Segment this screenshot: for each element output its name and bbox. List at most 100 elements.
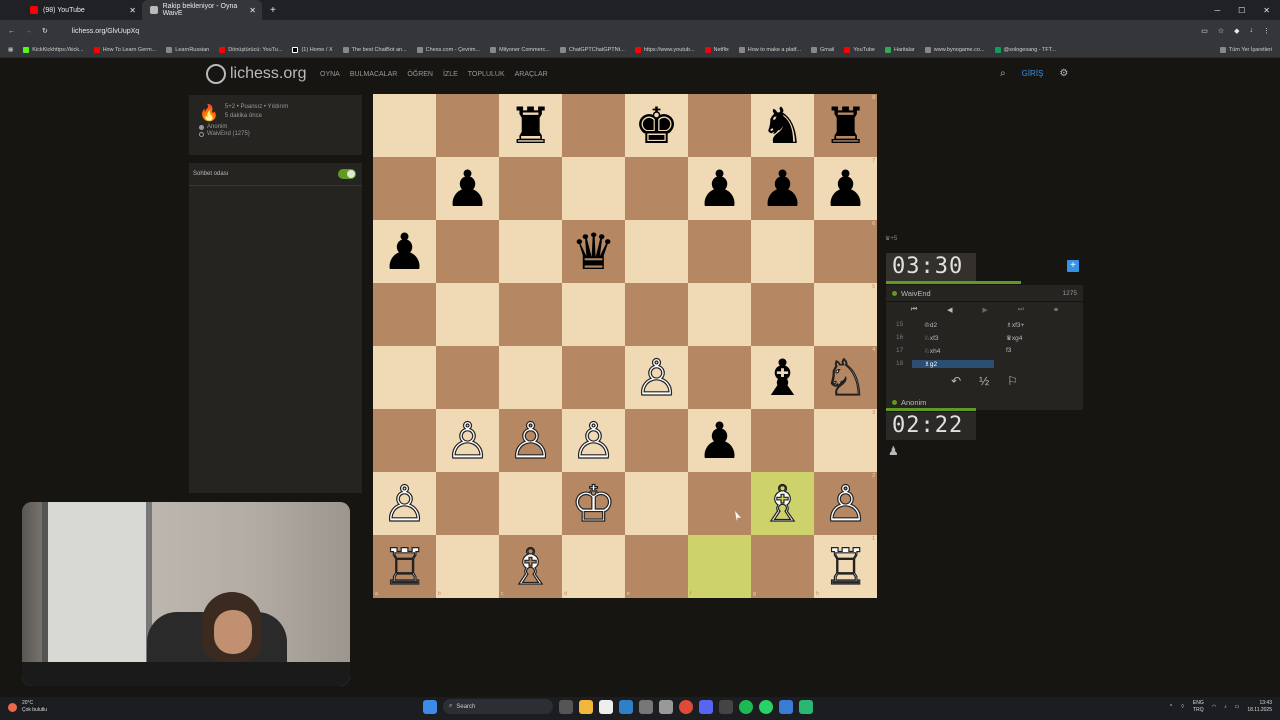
square-f6[interactable] [688, 220, 751, 283]
square-b3[interactable]: ♙ [436, 409, 499, 472]
square-h8[interactable]: ♜ 8 [814, 94, 877, 157]
task-view-icon[interactable] [559, 699, 573, 714]
chess-piece[interactable]: ♖ [822, 541, 868, 592]
bookmark[interactable]: YouTube [844, 46, 875, 53]
close-icon[interactable]: ✕ [129, 6, 136, 15]
square-d8[interactable] [562, 94, 625, 157]
chess-piece[interactable]: ♚ [634, 101, 679, 151]
chess-piece[interactable]: ♟ [760, 164, 805, 214]
prev-move-icon[interactable]: ◀ [947, 306, 952, 314]
chess-piece[interactable]: ♝ [760, 353, 805, 403]
square-a8[interactable] [373, 94, 436, 157]
square-b7[interactable]: ♟ [436, 157, 499, 220]
square-c4[interactable] [499, 346, 562, 409]
opponent-name[interactable]: WaivEnd [901, 289, 931, 298]
next-move-icon[interactable]: ▶ [982, 306, 987, 314]
chess-piece[interactable]: ♘ [822, 352, 868, 403]
app-icon[interactable] [639, 699, 653, 714]
current-move[interactable]: ♗g2 [912, 359, 994, 368]
square-b6[interactable] [436, 220, 499, 283]
square-c8[interactable]: ♜ [499, 94, 562, 157]
forward-icon[interactable]: → [25, 28, 32, 35]
square-a2[interactable]: ♙ [373, 472, 436, 535]
app-icon[interactable] [719, 699, 733, 714]
language-indicator[interactable]: ENG TRQ [1193, 700, 1204, 714]
login-link[interactable]: GİRİŞ [1022, 69, 1044, 78]
square-c7[interactable] [499, 157, 562, 220]
chess-piece[interactable]: ♗ [759, 478, 805, 529]
square-c3[interactable]: ♙ [499, 409, 562, 472]
nav-tools[interactable]: ARAÇLAR [515, 71, 548, 78]
square-f4[interactable] [688, 346, 751, 409]
square-d6[interactable]: ♛ [562, 220, 625, 283]
tray-chevron-icon[interactable]: ^ [1170, 704, 1172, 710]
square-g2[interactable]: ♗ [751, 472, 814, 535]
square-a5[interactable] [373, 283, 436, 346]
chess-piece[interactable]: ♔ [570, 478, 616, 529]
chess-piece[interactable]: ♙ [507, 415, 553, 466]
square-c1[interactable]: ♗ c [499, 535, 562, 598]
square-h4[interactable]: ♘ 4 [814, 346, 877, 409]
bookmark[interactable]: Netflix [704, 46, 729, 53]
reload-icon[interactable]: ↻ [42, 27, 48, 35]
discord-icon[interactable] [699, 699, 713, 714]
chess-piece[interactable]: ♙ [633, 352, 679, 403]
clock[interactable]: 13:43 18.11.2025 [1247, 700, 1272, 714]
square-b8[interactable] [436, 94, 499, 157]
square-d5[interactable] [562, 283, 625, 346]
bookmark[interactable]: Gmail [810, 46, 834, 53]
chess-piece[interactable]: ♟ [697, 164, 742, 214]
square-c2[interactable] [499, 472, 562, 535]
square-a3[interactable] [373, 409, 436, 472]
spotify-icon[interactable] [739, 699, 753, 714]
square-d2[interactable]: ♔ [562, 472, 625, 535]
store-icon[interactable] [599, 699, 613, 714]
chat-toggle[interactable] [338, 169, 356, 179]
square-c5[interactable] [499, 283, 562, 346]
square-c6[interactable] [499, 220, 562, 283]
new-tab-button[interactable]: + [262, 0, 284, 20]
square-h1[interactable]: ♖ 1 h [814, 535, 877, 598]
all-bookmarks[interactable]: Tüm Yer İşaretleri [1219, 46, 1280, 53]
square-f2[interactable] [688, 472, 751, 535]
menu-icon[interactable]: ⋮ [1263, 27, 1270, 35]
square-e4[interactable]: ♙ [625, 346, 688, 409]
install-icon[interactable]: ▭ [1201, 27, 1208, 35]
app-icon[interactable] [659, 699, 673, 714]
player-black[interactable]: WaivEnd (1275) [199, 131, 352, 137]
square-d3[interactable]: ♙ [562, 409, 625, 472]
close-icon[interactable]: ✕ [249, 6, 256, 15]
square-g1[interactable]: g [751, 535, 814, 598]
menu-icon[interactable]: ≡ [1054, 307, 1058, 314]
nav-play[interactable]: OYNA [320, 71, 340, 78]
chess-piece[interactable]: ♖ [381, 541, 427, 592]
nav-watch[interactable]: İZLE [443, 71, 458, 78]
file-explorer-icon[interactable] [579, 699, 593, 714]
volume-icon[interactable]: ♪ [1224, 704, 1227, 710]
app-icon[interactable] [799, 699, 813, 714]
logo[interactable]: lichess.org [206, 64, 306, 84]
square-a6[interactable]: ♟ [373, 220, 436, 283]
square-b2[interactable] [436, 472, 499, 535]
last-move-icon[interactable]: ⏭ [1018, 306, 1024, 314]
chess-piece[interactable]: ♞ [760, 101, 805, 151]
square-e7[interactable] [625, 157, 688, 220]
tab-youtube[interactable]: (98) YouTube ✕ [22, 0, 142, 20]
chrome-icon[interactable] [679, 699, 693, 714]
resign-flag-icon[interactable]: ⚐ [1007, 374, 1018, 388]
square-a7[interactable] [373, 157, 436, 220]
bookmark[interactable]: How to make a platf... [738, 46, 801, 53]
bookmark[interactable]: @sologesang - TFT... [994, 46, 1056, 53]
url-field[interactable]: lichess.org/GlvUupXq [72, 28, 139, 35]
bookmark[interactable]: (1) Home / X [292, 46, 333, 53]
back-icon[interactable]: ← [8, 28, 15, 35]
takeback-icon[interactable]: ↶ [951, 374, 961, 388]
tab-lichess[interactable]: Rakip bekleniyor - Oyna WaivE ✕ [142, 0, 262, 20]
wifi-icon[interactable]: ◠ [1212, 704, 1216, 710]
whatsapp-icon[interactable] [759, 699, 773, 714]
chess-piece[interactable]: ♙ [570, 415, 616, 466]
nav-learn[interactable]: ÖĞREN [407, 71, 433, 78]
app-icon[interactable] [779, 699, 793, 714]
weather-widget[interactable]: 20°C Çok bulutlu [8, 700, 47, 714]
bookmark[interactable]: How To Learn Germ... [93, 46, 156, 53]
